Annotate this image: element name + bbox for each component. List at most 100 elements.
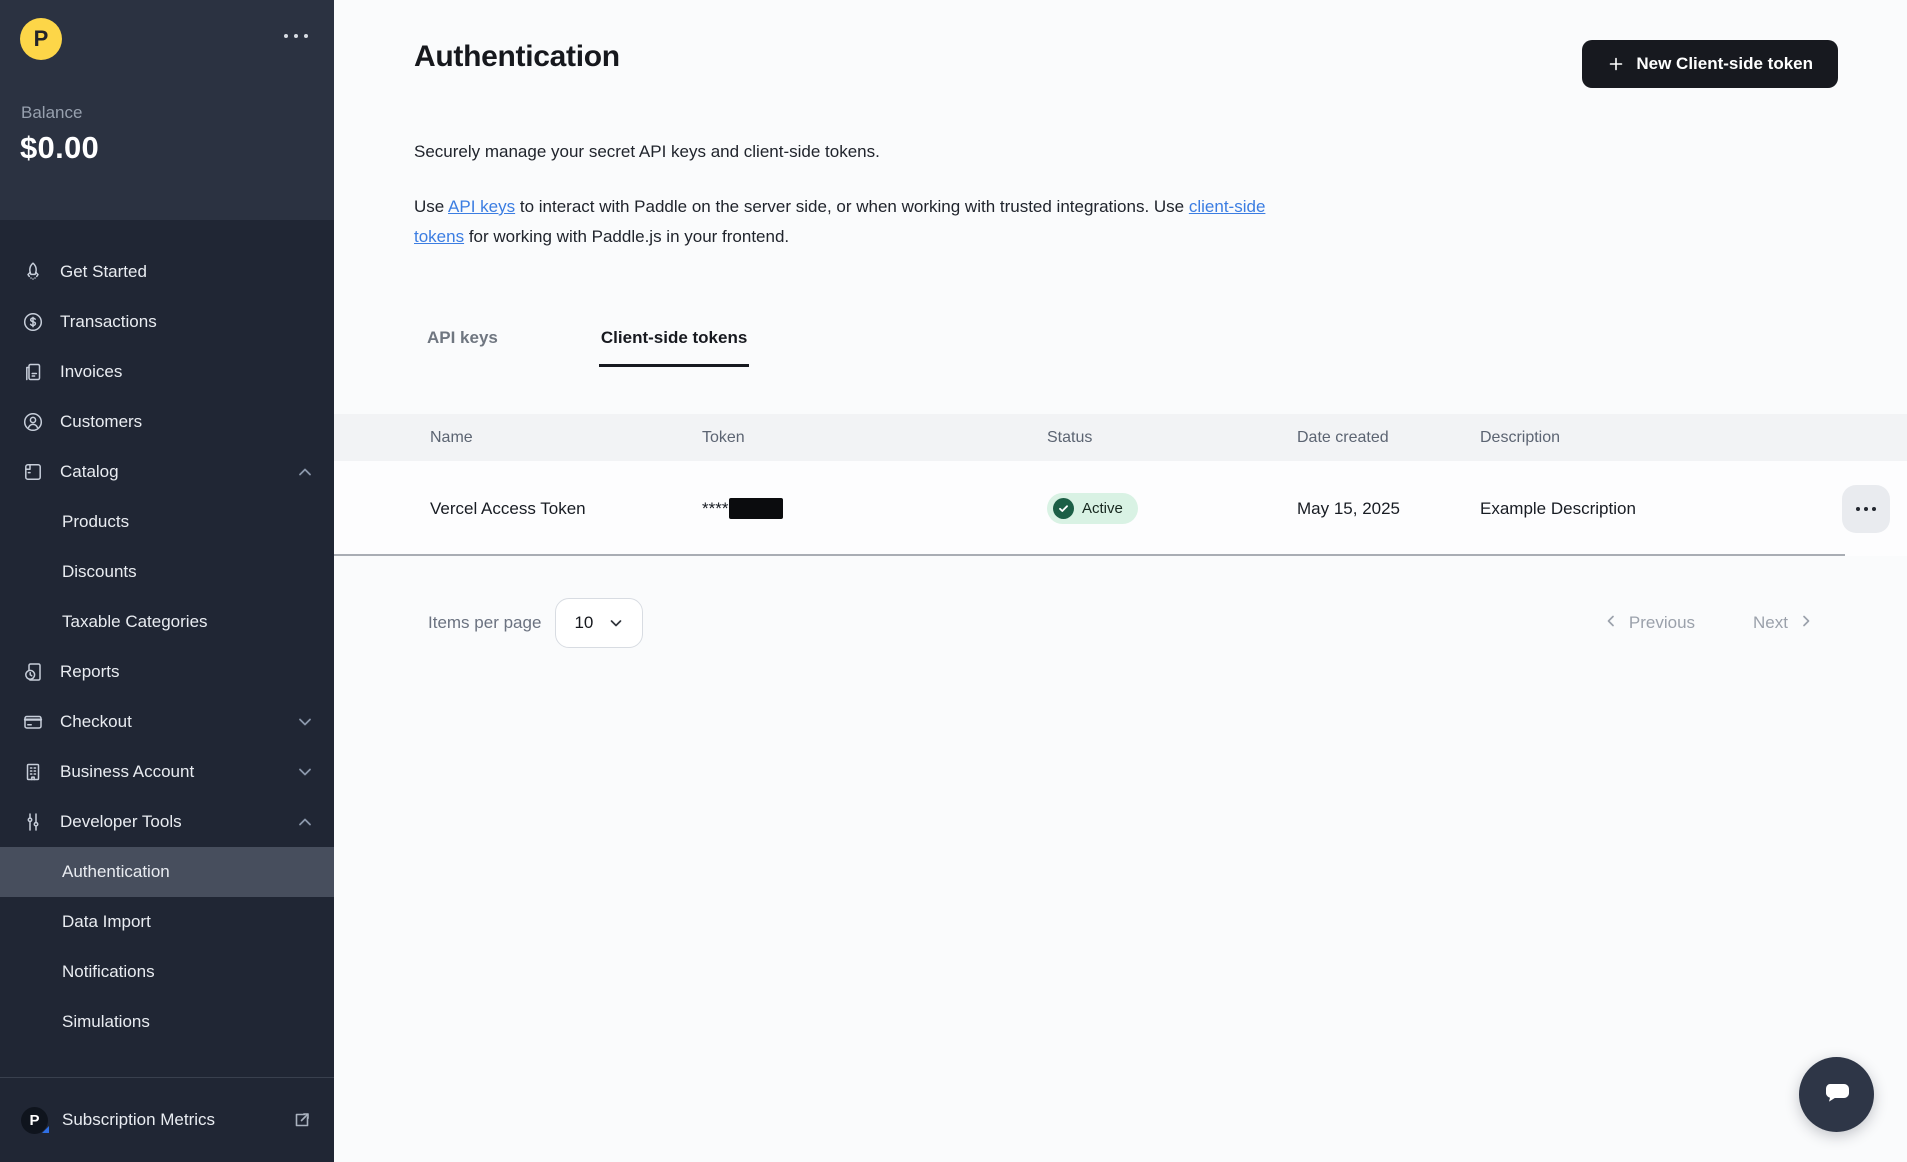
- sidebar-item-catalog[interactable]: Catalog: [0, 447, 334, 497]
- token-name-cell: Vercel Access Token: [430, 498, 586, 518]
- table-row-divider: [334, 554, 1845, 556]
- date-created-cell: May 15, 2025: [1297, 498, 1401, 518]
- sidebar-item-label: Customers: [60, 412, 143, 431]
- building-icon: [21, 760, 45, 784]
- main-content: Authentication New Client-side token Sec…: [334, 0, 1907, 1162]
- sidebar-item-products[interactable]: Products: [0, 497, 334, 547]
- column-header-date-created: Date created: [1297, 428, 1389, 446]
- sidebar-item-label: Authentication: [62, 862, 170, 881]
- sidebar-item-label: Catalog: [60, 462, 119, 481]
- sidebar-item-data-import[interactable]: Data Import: [0, 897, 334, 947]
- sidebar-item-label: Data Import: [62, 912, 151, 931]
- sidebar-item-discounts[interactable]: Discounts: [0, 547, 334, 597]
- column-header-name: Name: [430, 428, 473, 446]
- description-segment: Use: [414, 197, 449, 216]
- table-row: Vercel Access Token **** Active May 15, …: [334, 461, 1907, 556]
- sidebar-item-invoices[interactable]: Invoices: [0, 347, 334, 397]
- check-icon: [1053, 498, 1074, 519]
- items-per-page-value: 10: [574, 613, 594, 632]
- sidebar-item-simulations[interactable]: Simulations: [0, 997, 334, 1047]
- rocket-icon: [21, 260, 45, 284]
- column-header-status: Status: [1047, 428, 1093, 446]
- tokens-table: Name Token Status Date created Descripti…: [334, 414, 1907, 556]
- paddle-logo-letter: P: [33, 26, 49, 51]
- token-masked-text: ****: [702, 498, 729, 518]
- tab-api-keys[interactable]: API keys: [425, 316, 500, 367]
- next-label: Next: [1753, 613, 1788, 632]
- chevron-down-icon: [296, 713, 314, 731]
- chat-bubble-icon: [1818, 1074, 1856, 1115]
- sidebar-item-label: Simulations: [62, 1012, 150, 1031]
- subscription-metrics-label: Subscription Metrics: [62, 1110, 216, 1129]
- chevron-down-icon: [296, 763, 314, 781]
- external-link-icon: [292, 1110, 312, 1130]
- next-page-button[interactable]: Next: [1753, 613, 1814, 634]
- intro-text: Securely manage your secret API keys and…: [414, 142, 880, 161]
- new-client-side-token-button[interactable]: New Client-side token: [1582, 40, 1838, 88]
- sliders-icon: [21, 810, 45, 834]
- sidebar-item-taxable-categories[interactable]: Taxable Categories: [0, 597, 334, 647]
- paddle-logo[interactable]: P: [20, 18, 62, 60]
- profitwell-icon: P: [21, 1106, 49, 1134]
- status-cell: Active: [1047, 493, 1297, 524]
- row-actions-button[interactable]: [1842, 484, 1890, 533]
- sidebar-item-business-account[interactable]: Business Account: [0, 747, 334, 797]
- items-per-page-select[interactable]: 10: [555, 598, 644, 648]
- column-header-description: Description: [1480, 428, 1561, 446]
- sidebar-item-label: Business Account: [60, 762, 195, 781]
- catalog-box-icon: [21, 460, 45, 484]
- token-redaction-box: [729, 498, 784, 519]
- sidebar-item-label: Developer Tools: [60, 812, 182, 831]
- column-header-token: Token: [702, 428, 745, 446]
- sidebar-item-label: Taxable Categories: [62, 612, 208, 631]
- api-keys-link[interactable]: API keys: [448, 197, 515, 216]
- sidebar-item-transactions[interactable]: Transactions: [0, 297, 334, 347]
- chevron-up-icon: [296, 463, 314, 481]
- sidebar-nav: Get Started Transactions Invoices Custom…: [0, 220, 334, 1077]
- tab-client-side-tokens[interactable]: Client-side tokens: [598, 316, 750, 367]
- chevron-left-icon: [1603, 613, 1619, 634]
- auth-tabs: API keys Client-side tokens: [414, 316, 1838, 367]
- dollar-circle-icon: [21, 310, 45, 334]
- sidebar-item-authentication[interactable]: Authentication: [0, 847, 334, 897]
- sidebar-item-get-started[interactable]: Get Started: [0, 247, 334, 297]
- description-segment: to interact with Paddle on the server si…: [515, 197, 1189, 216]
- credit-card-icon: [21, 710, 45, 734]
- sidebar-item-developer-tools[interactable]: Developer Tools: [0, 797, 334, 847]
- sidebar-item-label: Get Started: [60, 262, 147, 281]
- sidebar-item-checkout[interactable]: Checkout: [0, 697, 334, 747]
- balance-label: Balance: [21, 103, 83, 122]
- previous-page-button[interactable]: Previous: [1603, 613, 1695, 634]
- person-circle-icon: [21, 410, 45, 434]
- sidebar-item-label: Notifications: [62, 962, 155, 981]
- previous-label: Previous: [1628, 613, 1696, 632]
- status-badge: Active: [1047, 493, 1138, 524]
- pagination-bar: Items per page 10 Previous Next: [414, 598, 1838, 648]
- sidebar-overflow-menu-icon[interactable]: [280, 30, 312, 42]
- token-value-cell: ****: [702, 498, 1047, 519]
- report-icon: [21, 660, 45, 684]
- sidebar-item-label: Transactions: [60, 312, 157, 331]
- chevron-right-icon: [1798, 613, 1814, 634]
- sidebar-item-label: Checkout: [60, 712, 132, 731]
- page-title: Authentication: [414, 40, 620, 73]
- sidebar-item-label: Reports: [60, 662, 120, 681]
- balance-value: $0.00: [20, 130, 100, 165]
- plus-icon: [1607, 55, 1625, 73]
- sidebar-item-label: Discounts: [62, 562, 137, 581]
- sidebar-item-subscription-metrics[interactable]: P Subscription Metrics: [0, 1077, 334, 1162]
- description-text: Use API keys to interact with Paddle on …: [414, 192, 1299, 252]
- status-badge-label: Active: [1082, 500, 1123, 517]
- description-segment: for working with Paddle.js in your front…: [464, 227, 790, 246]
- sidebar-item-customers[interactable]: Customers: [0, 397, 334, 447]
- table-header-row: Name Token Status Date created Descripti…: [334, 414, 1907, 461]
- chevron-up-icon: [296, 813, 314, 831]
- sidebar-item-reports[interactable]: Reports: [0, 647, 334, 697]
- chat-widget-button[interactable]: [1799, 1057, 1874, 1132]
- sidebar: P Balance $0.00 Get Started Transactions…: [0, 0, 334, 1162]
- sidebar-item-label: Invoices: [60, 362, 123, 381]
- chevron-down-icon: [608, 615, 624, 631]
- invoice-icon: [21, 360, 45, 384]
- sidebar-balance-panel: P Balance $0.00: [0, 0, 334, 220]
- sidebar-item-notifications[interactable]: Notifications: [0, 947, 334, 997]
